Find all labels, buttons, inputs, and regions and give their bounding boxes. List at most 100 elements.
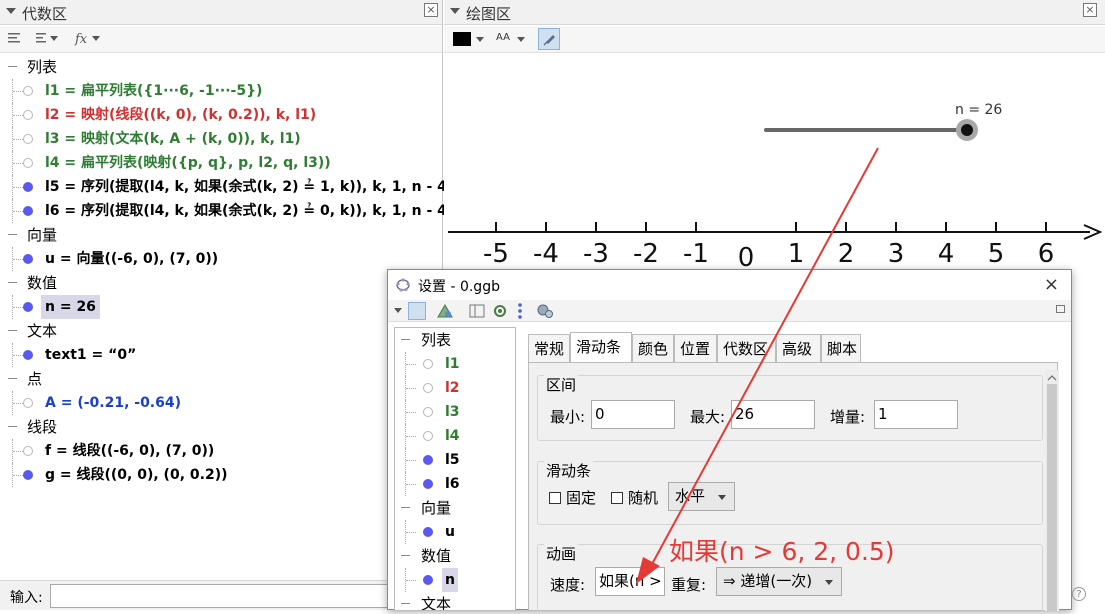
algebra-item[interactable]: A = (-0.21, -0.64) (0, 391, 443, 415)
algebra-group[interactable]: 向量 (0, 223, 443, 247)
settings-tab[interactable]: 高级 (776, 334, 821, 362)
settings-icon[interactable] (536, 302, 554, 320)
visibility-toggle-icon[interactable] (423, 359, 433, 369)
visibility-toggle-icon[interactable] (423, 479, 433, 489)
visibility-toggle-icon[interactable] (23, 302, 33, 312)
function-icon[interactable]: fx (74, 30, 104, 48)
increment-field[interactable]: 1 (874, 400, 958, 429)
slider-handle-core[interactable] (961, 124, 973, 136)
list-item[interactable]: u (395, 520, 515, 544)
collapse-icon[interactable] (401, 555, 410, 556)
collapse-icon[interactable] (8, 426, 17, 427)
collapse-icon[interactable] (6, 8, 16, 14)
collapse-icon[interactable] (8, 66, 17, 67)
close-icon[interactable]: × (1083, 3, 1097, 17)
algebra-item[interactable]: l2 = 映射(线段((k, 0), (k, 0.2)), k, l1) (0, 103, 443, 127)
scrollbar-thumb[interactable] (1047, 384, 1057, 611)
collapse-icon[interactable] (8, 330, 17, 331)
algebra-item[interactable]: u = 向量((-6, 0), (7, 0)) (0, 247, 443, 271)
visibility-toggle-icon[interactable] (23, 110, 33, 120)
settings-tab[interactable]: 颜色 (632, 334, 674, 362)
visibility-toggle-icon[interactable] (23, 254, 33, 264)
sort-icon[interactable] (34, 30, 64, 48)
algebra-item[interactable]: l3 = 映射(文本(k, A + (k, 0)), k, l1) (0, 127, 443, 151)
close-icon[interactable]: × (424, 3, 438, 17)
algebra-item[interactable]: l1 = 扁平列表({1···6, -1···-5}) (0, 79, 443, 103)
visibility-toggle-icon[interactable] (423, 383, 433, 393)
list-group[interactable]: 向量 (395, 496, 515, 520)
collapse-icon[interactable] (8, 282, 17, 283)
visibility-toggle-icon[interactable] (423, 407, 433, 417)
algebra-group[interactable]: 列表 (0, 55, 443, 79)
pin-icon[interactable] (538, 28, 560, 50)
collapse-icon[interactable] (450, 8, 460, 14)
chevron-down-icon[interactable] (394, 308, 402, 313)
list-item[interactable]: l3 (395, 400, 515, 424)
list-group[interactable]: 文本 (395, 592, 515, 610)
list-item[interactable]: l2 (395, 376, 515, 400)
collapse-icon[interactable] (401, 603, 410, 604)
collapse-icon[interactable] (8, 234, 17, 235)
description-mode-icon[interactable] (6, 30, 22, 48)
settings-tab[interactable]: 代数区 (717, 334, 776, 362)
visibility-toggle-icon[interactable] (23, 134, 33, 144)
visibility-toggle-icon[interactable] (23, 86, 33, 96)
visibility-toggle-icon[interactable] (23, 446, 33, 456)
visibility-toggle-icon[interactable] (23, 398, 33, 408)
collapse-icon[interactable] (8, 378, 17, 379)
algebra-item[interactable]: l5 = 序列(提取(l4, k, 如果(余式(k, 2) ≟ 1, k)), … (0, 175, 453, 199)
visibility-toggle-icon[interactable] (23, 206, 33, 216)
collapse-icon[interactable] (401, 507, 410, 508)
algebra-item[interactable]: text1 = “0” (0, 343, 443, 367)
algebra-group[interactable]: 点 (0, 367, 443, 391)
list-item[interactable]: n (395, 568, 515, 592)
close-icon[interactable]: × (1044, 274, 1059, 295)
gear-icon[interactable] (491, 302, 509, 320)
objects-icon[interactable] (408, 302, 426, 320)
algebra-group[interactable]: 数值 (0, 271, 443, 295)
restore-icon[interactable] (1056, 305, 1065, 313)
settings-tab[interactable]: 常规 (528, 334, 570, 362)
list-item[interactable]: l5 (395, 448, 515, 472)
list-group[interactable]: 列表 (395, 328, 515, 352)
visibility-toggle-icon[interactable] (423, 455, 433, 465)
algebra-item[interactable]: l4 = 扁平列表(映射({p, q}, p, l2, q, l3)) (0, 151, 443, 175)
algebra-item[interactable]: n = 26 (0, 295, 443, 319)
visibility-toggle-icon[interactable] (423, 431, 433, 441)
settings-tab[interactable]: 位置 (674, 334, 717, 362)
chevron-down-icon[interactable] (517, 37, 525, 42)
chevron-down-icon[interactable] (476, 37, 484, 42)
algebra-item[interactable]: l6 = 序列(提取(l4, k, 如果(余式(k, 2) ≟ 0, k)), … (0, 199, 453, 223)
dialog-scrollbar[interactable] (1045, 370, 1059, 611)
orientation-select[interactable]: 水平 (668, 482, 735, 511)
layout-icon[interactable] (468, 302, 486, 320)
visibility-toggle-icon[interactable] (23, 182, 33, 192)
settings-tab[interactable]: 滑动条 (570, 332, 632, 362)
list-group[interactable]: 数值 (395, 544, 515, 568)
max-field[interactable]: 26 (731, 400, 815, 429)
text-style-icon[interactable]: AA (496, 32, 510, 43)
help-icon[interactable]: ? (1072, 587, 1086, 601)
visibility-toggle-icon[interactable] (423, 527, 433, 537)
repeat-select[interactable]: ⇒ 递增(一次) (716, 567, 842, 596)
min-field[interactable]: 0 (591, 400, 675, 429)
visibility-toggle-icon[interactable] (23, 350, 33, 360)
settings-tab[interactable]: 脚本 (821, 334, 861, 362)
algebra-item[interactable]: f = 线段((-6, 0), (7, 0)) (0, 439, 443, 463)
graphics-icon[interactable] (436, 302, 454, 320)
random-checkbox[interactable] (611, 492, 623, 504)
fixed-checkbox[interactable] (549, 492, 561, 504)
list-item[interactable]: l6 (395, 472, 515, 496)
visibility-toggle-icon[interactable] (423, 575, 433, 585)
visibility-toggle-icon[interactable] (23, 470, 33, 480)
color-swatch-icon[interactable] (453, 32, 471, 46)
collapse-icon[interactable] (401, 339, 410, 340)
algebra-group[interactable]: 线段 (0, 415, 443, 439)
visibility-toggle-icon[interactable] (23, 158, 33, 168)
input-field[interactable] (50, 584, 440, 608)
algebra-group[interactable]: 文本 (0, 319, 443, 343)
algebra-item[interactable]: g = 线段((0, 0), (0, 0.2)) (0, 463, 443, 487)
more-icon[interactable] (516, 302, 534, 320)
list-item[interactable]: l1 (395, 352, 515, 376)
list-item[interactable]: l4 (395, 424, 515, 448)
